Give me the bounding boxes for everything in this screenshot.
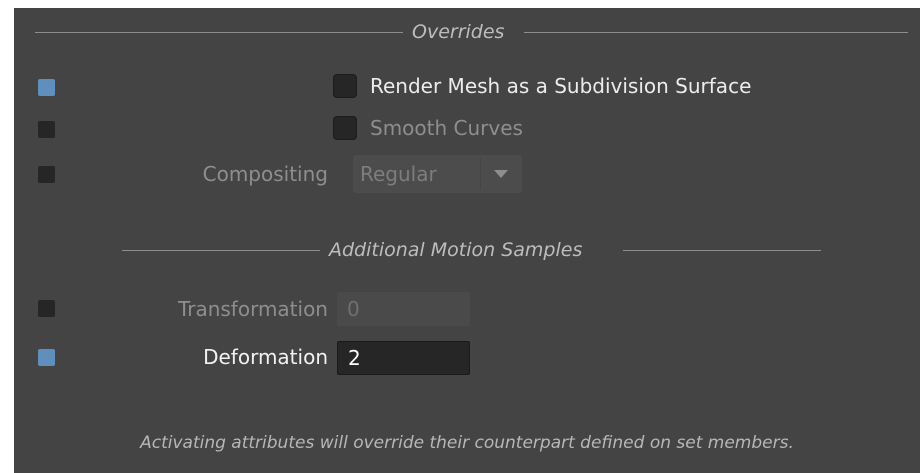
overrides-panel: Overrides Render Mesh as a Subdivision S…	[14, 8, 920, 473]
deformation-label: Deformation	[203, 345, 328, 369]
compositing-dropdown[interactable]: Regular	[353, 155, 522, 193]
transformation-label: Transformation	[177, 297, 328, 321]
motion-samples-section-title: Additional Motion Samples	[329, 239, 583, 261]
overrides-footer-note: Activating attributes will override thei…	[140, 433, 794, 453]
render-mesh-subdivision-label: Render Mesh as a Subdivision Surface	[370, 74, 752, 98]
motion-separator-line-right	[623, 250, 821, 251]
smooth-curves-label: Smooth Curves	[370, 116, 523, 140]
render-mesh-subdivision-checkbox[interactable]	[333, 74, 357, 98]
overrides-section-header: Overrides	[14, 20, 920, 44]
overrides-separator-line-right	[524, 32, 908, 33]
smooth-curves-checkbox[interactable]	[333, 116, 357, 140]
motion-samples-section-header: Additional Motion Samples	[14, 238, 920, 262]
overrides-section-title: Overrides	[412, 21, 505, 43]
transformation-field[interactable]: 0	[337, 292, 470, 326]
deformation-field[interactable]: 2	[337, 341, 470, 375]
override-indicator-render-mesh[interactable]	[38, 79, 55, 96]
overrides-separator-line-left	[35, 32, 403, 33]
motion-separator-line-left	[122, 250, 320, 251]
compositing-dropdown-value: Regular	[360, 162, 437, 186]
compositing-label: Compositing	[202, 162, 328, 186]
chevron-down-icon[interactable]	[494, 170, 508, 178]
override-indicator-smooth-curves[interactable]	[38, 121, 55, 138]
dropdown-divider	[480, 158, 481, 190]
